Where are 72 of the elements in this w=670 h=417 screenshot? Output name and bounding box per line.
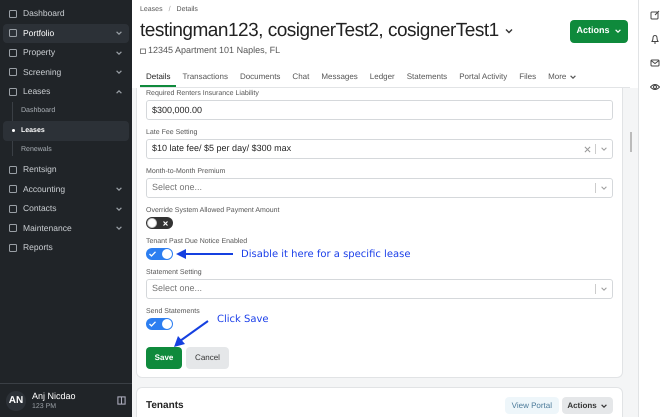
actions-button[interactable]: Actions xyxy=(570,20,628,42)
tab[interactable]: More xyxy=(542,68,584,87)
tab[interactable]: Statements xyxy=(400,68,454,87)
chevron-up-icon[interactable] xyxy=(115,88,123,96)
menu-item-icon xyxy=(9,10,17,18)
chevron-down-icon xyxy=(569,72,578,80)
annotation-text: Disable it here for a specific lease xyxy=(241,248,410,262)
menu-item-icon xyxy=(9,48,17,57)
edit-icon[interactable] xyxy=(650,10,660,20)
x-icon xyxy=(163,220,168,226)
chevron-down-icon[interactable] xyxy=(115,204,123,213)
cancel-button[interactable]: Cancel xyxy=(186,347,229,369)
section-title: Tenants xyxy=(146,399,184,413)
close-icon[interactable] xyxy=(584,146,591,152)
annotation-arrow xyxy=(176,249,233,259)
check-icon xyxy=(149,321,156,327)
annotation-text: Click Save xyxy=(217,313,269,327)
save-button[interactable]: Save xyxy=(146,347,182,369)
chevron-down-icon[interactable] xyxy=(115,68,123,76)
sidebar-item[interactable]: Maintenance xyxy=(3,218,129,238)
menu-item-icon xyxy=(9,204,17,213)
sidebar-item[interactable]: Reports xyxy=(3,238,129,258)
text-field[interactable]: $300,000.00 xyxy=(146,100,613,120)
tab[interactable]: Chat xyxy=(286,68,316,87)
menu-item-icon xyxy=(9,244,17,252)
mail-icon[interactable] xyxy=(650,58,660,68)
scroll-bar[interactable] xyxy=(630,132,632,152)
chevron-down-icon[interactable] xyxy=(115,224,123,232)
user-name: Anj Nicdao xyxy=(32,390,76,402)
panel-icon[interactable] xyxy=(117,396,126,405)
tab[interactable]: Portal Activity xyxy=(453,68,514,87)
chevron-down-icon[interactable] xyxy=(115,185,123,194)
bullet-icon xyxy=(12,129,15,132)
toggle-switch[interactable] xyxy=(146,318,173,330)
select-field[interactable]: $10 late fee/ $5 per day/ $300 max xyxy=(146,139,613,159)
chevron-down-icon xyxy=(600,402,608,410)
toggle-switch[interactable] xyxy=(146,248,173,260)
sidebar-item[interactable]: Screening xyxy=(3,62,129,82)
actions-button[interactable]: Actions xyxy=(562,397,613,414)
sidebar-item[interactable]: Accounting xyxy=(3,180,129,199)
property-address: 12345 Apartment 101 Naples, FL xyxy=(148,44,280,57)
sidebar-item[interactable]: Leases xyxy=(3,82,129,102)
page-title: testingman123, cosignerTest2, cosignerTest1 xyxy=(140,20,499,42)
chevron-down-icon[interactable] xyxy=(115,29,123,38)
sidebar-item[interactable]: Property xyxy=(3,43,129,62)
bell-icon[interactable] xyxy=(650,34,660,44)
menu-item-icon xyxy=(9,29,17,38)
select-field[interactable]: Select one... xyxy=(146,279,613,299)
tab[interactable]: Transactions xyxy=(176,68,234,87)
tab[interactable]: Messages xyxy=(315,68,364,87)
sidebar-item[interactable]: Portfolio xyxy=(3,24,129,43)
menu-item-icon xyxy=(9,185,17,194)
check-icon xyxy=(149,251,156,257)
annotation-arrow xyxy=(172,319,210,349)
menu-item-icon xyxy=(9,224,17,232)
select-field[interactable]: Select one... xyxy=(146,178,613,198)
toggle-switch[interactable] xyxy=(146,217,173,229)
menu-item-icon xyxy=(9,68,17,76)
menu-item-icon xyxy=(9,166,17,174)
sidebar-item[interactable]: Dashboard xyxy=(3,4,129,24)
user-avatar: AN xyxy=(6,390,26,410)
chevron-down-icon[interactable] xyxy=(115,48,123,57)
sidebar-item[interactable]: Contacts xyxy=(3,199,129,218)
menu-item-icon xyxy=(9,88,17,96)
view-portal-button[interactable]: View Portal xyxy=(504,397,559,414)
tab[interactable]: Files xyxy=(513,68,542,87)
eye-icon[interactable] xyxy=(650,82,660,92)
chevron-down-icon[interactable] xyxy=(504,26,514,36)
chevron-down-icon xyxy=(614,27,622,35)
tab[interactable]: Documents xyxy=(234,68,286,87)
tab[interactable]: Ledger xyxy=(364,68,401,87)
sidebar-item[interactable]: Rentsign xyxy=(3,160,129,180)
